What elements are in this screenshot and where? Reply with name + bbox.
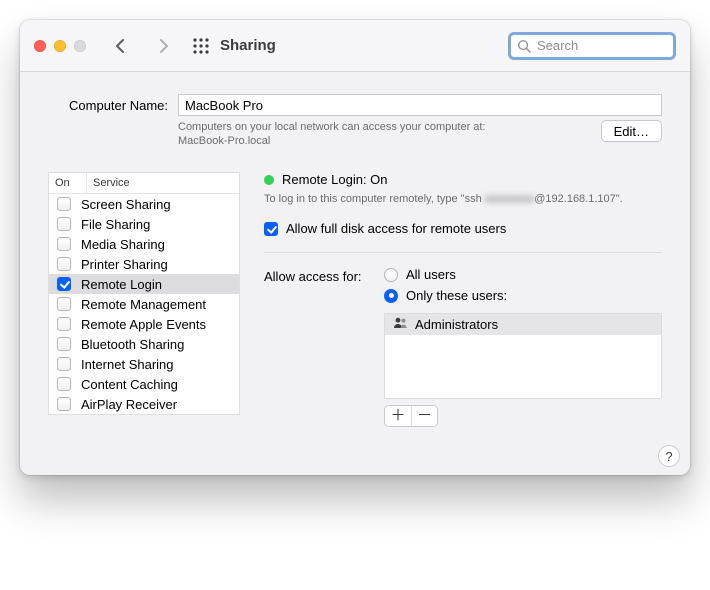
- user-row[interactable]: Administrators: [385, 314, 661, 335]
- service-label: Remote Management: [81, 297, 206, 312]
- allowed-users-list[interactable]: Administrators: [384, 313, 662, 399]
- login-hint: To log in to this computer remotely, typ…: [264, 193, 662, 205]
- services-header-on[interactable]: On: [49, 173, 87, 193]
- service-toggle[interactable]: [57, 257, 71, 271]
- edit-hostname-button[interactable]: Edit…: [601, 120, 662, 142]
- preferences-window: Sharing Computer Name: Computers on your…: [20, 20, 690, 475]
- service-toggle[interactable]: [57, 317, 71, 331]
- service-label: Screen Sharing: [81, 197, 171, 212]
- service-detail: Remote Login: On To log in to this compu…: [264, 172, 662, 427]
- user-label: Administrators: [415, 317, 498, 332]
- radio-only-these-users-label[interactable]: Only these users:: [406, 288, 507, 303]
- service-row[interactable]: Content Caching: [49, 374, 239, 394]
- nav-buttons: [106, 37, 178, 55]
- zoom-icon: [74, 40, 86, 52]
- service-row[interactable]: Media Sharing: [49, 234, 239, 254]
- forward-button[interactable]: [150, 37, 178, 55]
- services-header: On Service: [49, 173, 239, 194]
- services-table: On Service Screen Sharing File Sharing Med…: [48, 172, 240, 415]
- computer-name-label: Computer Name:: [48, 98, 168, 113]
- computer-name-input[interactable]: [178, 94, 662, 116]
- back-button[interactable]: [106, 37, 134, 55]
- service-row[interactable]: Screen Sharing: [49, 194, 239, 214]
- remove-user-button[interactable]: －: [411, 406, 437, 426]
- service-row[interactable]: Remote Management: [49, 294, 239, 314]
- service-label: Remote Login: [81, 277, 162, 292]
- status-indicator-icon: [264, 175, 274, 185]
- close-icon[interactable]: [34, 40, 46, 52]
- radio-all-users[interactable]: [384, 268, 398, 282]
- full-disk-access-label[interactable]: Allow full disk access for remote users: [286, 221, 506, 236]
- service-row[interactable]: Remote Apple Events: [49, 314, 239, 334]
- service-label: Content Caching: [81, 377, 178, 392]
- service-row[interactable]: AirPlay Receiver: [49, 394, 239, 414]
- user-list-buttons: ＋ －: [384, 405, 438, 427]
- service-toggle[interactable]: [57, 217, 71, 231]
- service-toggle[interactable]: [57, 197, 71, 211]
- computer-name-subtitle: Computers on your local network can acce…: [178, 120, 601, 148]
- show-all-icon[interactable]: [192, 37, 210, 55]
- service-toggle[interactable]: [57, 357, 71, 371]
- add-user-button[interactable]: ＋: [385, 406, 411, 426]
- window-controls: [34, 40, 86, 52]
- service-toggle[interactable]: [57, 237, 71, 251]
- content: Computer Name: Computers on your local n…: [20, 72, 690, 451]
- window-title: Sharing: [220, 37, 276, 54]
- service-toggle[interactable]: [57, 337, 71, 351]
- radio-all-users-label[interactable]: All users: [406, 267, 456, 282]
- service-row[interactable]: Remote Login: [49, 274, 239, 294]
- search-field[interactable]: [508, 32, 676, 60]
- service-label: Remote Apple Events: [81, 317, 206, 332]
- service-toggle[interactable]: [57, 277, 71, 291]
- service-row[interactable]: Printer Sharing: [49, 254, 239, 274]
- minimize-icon[interactable]: [54, 40, 66, 52]
- full-disk-access-checkbox[interactable]: [264, 222, 278, 236]
- status-text: Remote Login: On: [282, 172, 388, 187]
- service-label: AirPlay Receiver: [81, 397, 177, 412]
- service-label: Printer Sharing: [81, 257, 168, 272]
- services-header-svc[interactable]: Service: [87, 173, 239, 193]
- service-toggle[interactable]: [57, 297, 71, 311]
- service-label: Bluetooth Sharing: [81, 337, 184, 352]
- service-toggle[interactable]: [57, 397, 71, 411]
- titlebar: Sharing: [20, 20, 690, 72]
- service-row[interactable]: Bluetooth Sharing: [49, 334, 239, 354]
- access-label: Allow access for:: [264, 267, 374, 284]
- radio-only-these-users[interactable]: [384, 289, 398, 303]
- service-label: File Sharing: [81, 217, 150, 232]
- divider: [264, 252, 662, 253]
- search-input[interactable]: [537, 38, 667, 53]
- service-row[interactable]: Internet Sharing: [49, 354, 239, 374]
- service-toggle[interactable]: [57, 377, 71, 391]
- service-label: Internet Sharing: [81, 357, 174, 372]
- help-button[interactable]: ?: [658, 445, 680, 467]
- search-icon: [517, 39, 531, 53]
- users-icon: [393, 317, 409, 332]
- service-row[interactable]: File Sharing: [49, 214, 239, 234]
- service-label: Media Sharing: [81, 237, 165, 252]
